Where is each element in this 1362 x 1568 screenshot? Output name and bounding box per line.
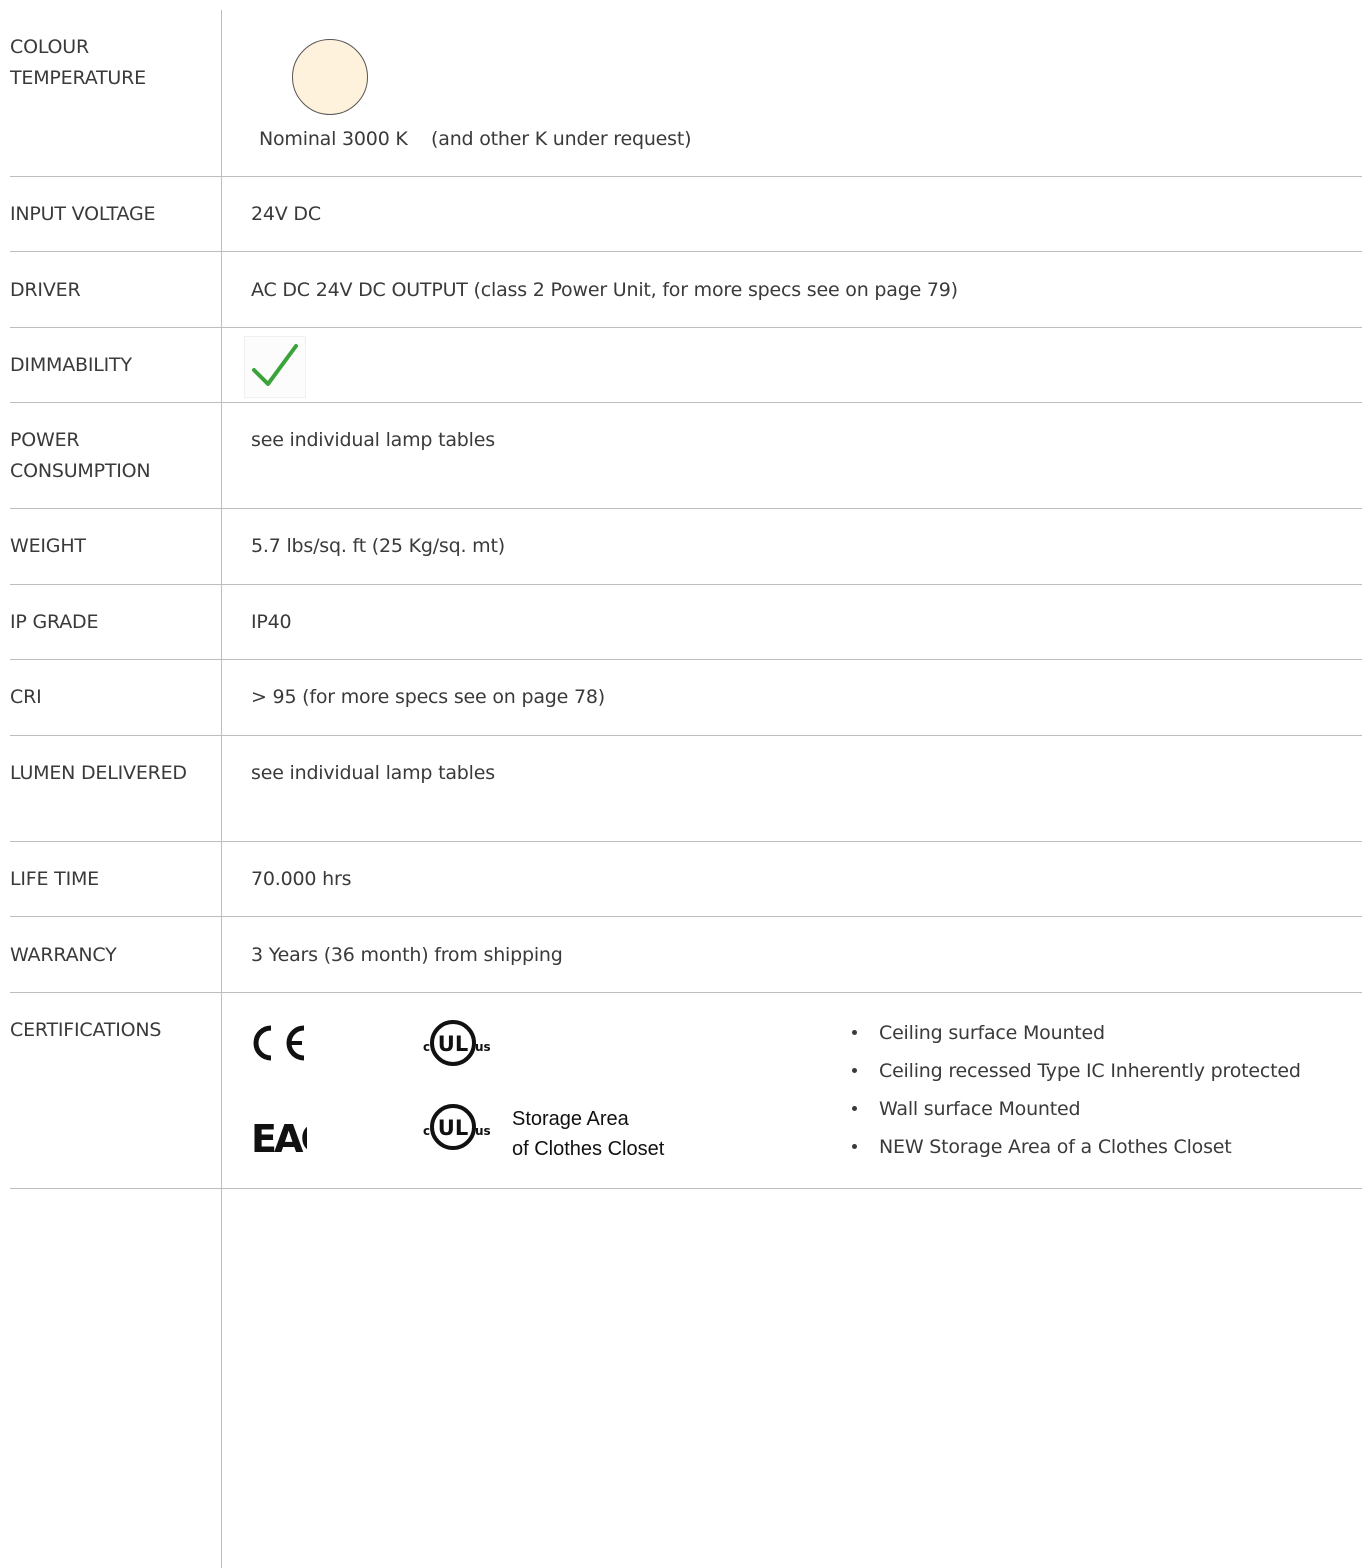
row-label-warrancy: WARRANCY	[10, 944, 117, 966]
row-divider	[10, 584, 1362, 585]
list-item: NEW Storage Area of a Clothes Closet	[850, 1128, 1301, 1166]
svg-text:us: us	[475, 1124, 491, 1138]
row-value-colour-temperature: Nominal 3000 K (and other K under reques…	[259, 128, 692, 150]
row-value-weight: 5.7 lbs/sq. ft (25 Kg/sq. mt)	[251, 535, 505, 557]
row-divider	[10, 1188, 1362, 1189]
row-value-driver: AC DC 24V DC OUTPUT (class 2 Power Unit,…	[251, 279, 958, 301]
list-item: Ceiling recessed Type IC Inherently prot…	[850, 1052, 1301, 1090]
ul-storage-line-1: Storage Area	[512, 1108, 629, 1130]
row-divider	[10, 735, 1362, 736]
row-value-warrancy: 3 Years (36 month) from shipping	[251, 944, 563, 966]
bullet-icon	[852, 1144, 857, 1149]
column-divider	[221, 10, 222, 1568]
bullet-icon	[852, 1068, 857, 1073]
row-divider	[10, 508, 1362, 509]
bullet-icon	[852, 1030, 857, 1035]
svg-text:c: c	[423, 1124, 430, 1138]
svg-text:UL: UL	[438, 1116, 468, 1140]
svg-text:EAC: EAC	[251, 1117, 307, 1156]
eac-mark-icon: EAC	[251, 1116, 329, 1161]
row-label-power-consumption: POWER CONSUMPTION	[10, 429, 151, 482]
row-value-cri: > 95 (for more specs see on page 78)	[251, 686, 605, 708]
culus-storage-mark-icon: c UL us	[423, 1102, 499, 1156]
svg-text:c: c	[423, 1040, 430, 1054]
row-label-input-voltage: INPUT VOLTAGE	[10, 203, 156, 225]
list-item: Ceiling surface Mounted	[850, 1014, 1301, 1052]
row-value-life-time: 70.000 hrs	[251, 868, 352, 890]
svg-text:us: us	[475, 1040, 491, 1054]
row-divider	[10, 251, 1362, 252]
bullet-icon	[852, 1106, 857, 1111]
row-label-life-time: LIFE TIME	[10, 868, 99, 890]
row-label-dimmability: DIMMABILITY	[10, 354, 132, 376]
row-value-ip-grade: IP40	[251, 611, 292, 633]
certification-bullet-list: Ceiling surface Mounted Ceiling recessed…	[850, 1014, 1301, 1166]
row-label-ip-grade: IP GRADE	[10, 611, 99, 633]
svg-text:UL: UL	[438, 1032, 468, 1056]
ul-storage-caption: Storage Area of Clothes Closet	[512, 1104, 664, 1164]
culus-mark-icon: c UL us	[423, 1018, 499, 1072]
row-label-colour-temperature: COLOUR TEMPERATURE	[10, 36, 146, 89]
row-divider	[10, 841, 1362, 842]
row-value-power-consumption: see individual lamp tables	[251, 429, 495, 451]
checkmark-icon	[244, 336, 306, 398]
row-label-driver: DRIVER	[10, 279, 81, 301]
list-item: Wall surface Mounted	[850, 1090, 1301, 1128]
row-divider	[10, 176, 1362, 177]
ce-mark-icon	[250, 1024, 308, 1066]
row-divider	[10, 992, 1362, 993]
row-label-certifications: CERTIFICATIONS	[10, 1019, 162, 1041]
colour-swatch	[292, 39, 368, 115]
row-value-input-voltage: 24V DC	[251, 203, 321, 225]
ul-storage-line-2: of Clothes Closet	[512, 1138, 665, 1160]
row-divider	[10, 916, 1362, 917]
row-divider	[10, 327, 1362, 328]
row-label-lumen-delivered: LUMEN DELIVERED	[10, 762, 187, 784]
row-label-cri: CRI	[10, 686, 42, 708]
row-value-lumen-delivered: see individual lamp tables	[251, 762, 495, 784]
row-label-weight: WEIGHT	[10, 535, 86, 557]
row-divider	[10, 402, 1362, 403]
row-divider	[10, 659, 1362, 660]
